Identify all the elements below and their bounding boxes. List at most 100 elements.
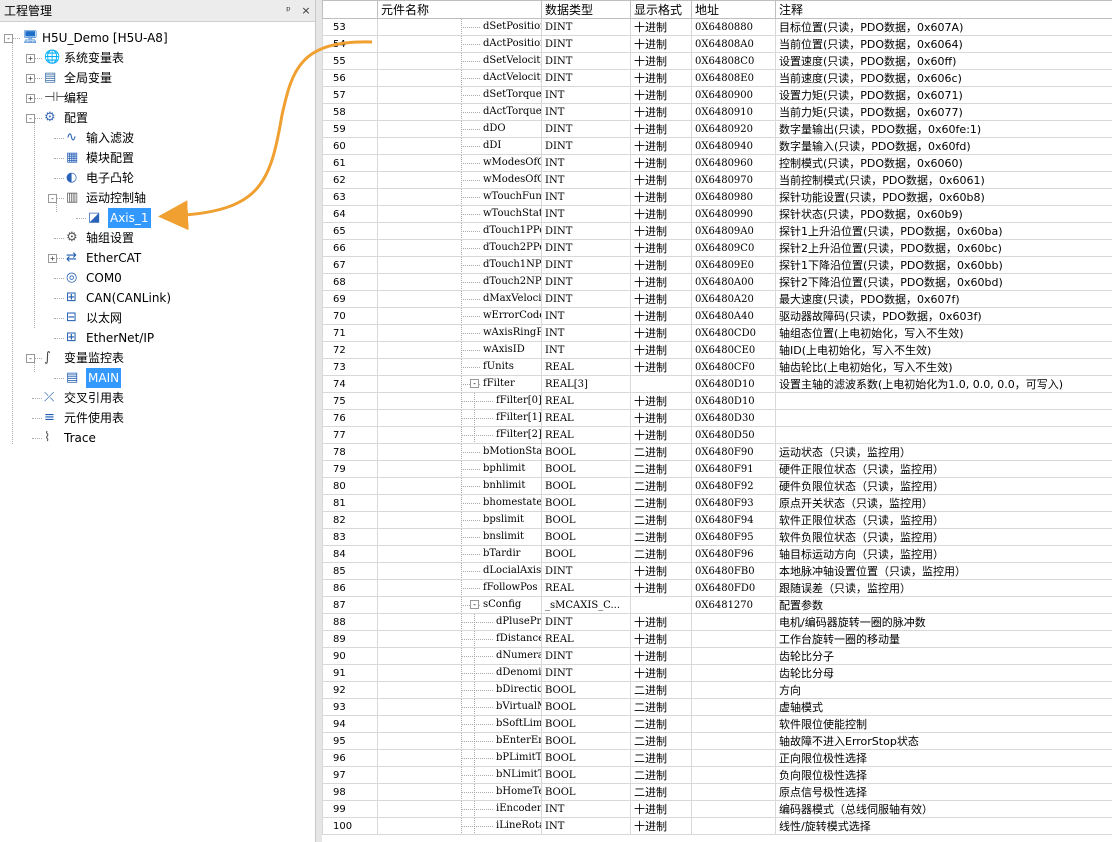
row-index[interactable]: 85 — [322, 562, 378, 580]
row-type[interactable]: INT — [541, 307, 631, 325]
row-format[interactable]: 二进制 — [630, 460, 692, 478]
row-type[interactable]: DINT — [541, 273, 631, 291]
row-comment[interactable] — [775, 392, 1112, 410]
table-row[interactable]: 69 dMaxVelocityDINT十进制0X6480A20最大速度(只读，PD… — [322, 290, 1112, 308]
row-comment[interactable]: 当前力矩(只读，PDO数据，0x6077) — [775, 103, 1112, 121]
row-format[interactable]: 十进制 — [630, 188, 692, 206]
row-name[interactable]: wModesOfOperati... — [377, 171, 542, 189]
row-index[interactable]: 80 — [322, 477, 378, 495]
row-index[interactable]: 92 — [322, 681, 378, 699]
col-header-index[interactable] — [322, 0, 378, 19]
row-index[interactable]: 96 — [322, 749, 378, 767]
row-format[interactable]: 十进制 — [630, 392, 692, 410]
row-comment[interactable]: 齿轮比分子 — [775, 647, 1112, 665]
row-name[interactable]: wTouchFunction — [377, 188, 542, 206]
row-format[interactable]: 十进制 — [630, 613, 692, 631]
row-name[interactable]: dDO — [377, 120, 542, 138]
row-address[interactable]: 0X6480D30 — [691, 409, 776, 427]
row-address[interactable]: 0X64808C0 — [691, 52, 776, 70]
row-name[interactable]: dSetPosition — [377, 18, 542, 36]
row-name[interactable]: bnslimit — [377, 528, 542, 546]
row-name[interactable]: dActVelocity — [377, 69, 542, 87]
collapse-icon[interactable]: - — [48, 194, 57, 203]
row-address[interactable]: 0X6480CF0 — [691, 358, 776, 376]
col-header-comment[interactable]: 注释 — [775, 0, 1112, 19]
row-name[interactable]: fUnits — [377, 358, 542, 376]
row-comment[interactable]: 线性/旋转模式选择 — [775, 817, 1112, 835]
row-name[interactable]: dTouch2PPos — [377, 239, 542, 257]
row-address[interactable] — [691, 613, 776, 631]
row-address[interactable]: 0X6480920 — [691, 120, 776, 138]
row-address[interactable]: 0X6480D10 — [691, 375, 776, 393]
row-name[interactable]: bSoftLimitEnable — [377, 715, 542, 733]
row-name[interactable]: iLineRotateMode — [377, 817, 542, 835]
row-format[interactable]: 十进制 — [630, 35, 692, 53]
row-comment[interactable]: 编码器模式（总线伺服轴有效） — [775, 800, 1112, 818]
row-address[interactable] — [691, 647, 776, 665]
row-comment[interactable]: 数字量输入(只读，PDO数据，0x60fd) — [775, 137, 1112, 155]
row-format[interactable]: 十进制 — [630, 69, 692, 87]
row-type[interactable]: INT — [541, 86, 631, 104]
col-header-name[interactable]: 元件名称 — [377, 0, 542, 19]
row-index[interactable]: 53 — [322, 18, 378, 36]
collapse-icon[interactable]: - — [26, 114, 35, 123]
row-type[interactable]: DINT — [541, 120, 631, 138]
row-index[interactable]: 69 — [322, 290, 378, 308]
row-format[interactable]: 十进制 — [630, 579, 692, 597]
row-comment[interactable]: 驱动器故障码(只读，PDO数据，0x603f) — [775, 307, 1112, 325]
row-type[interactable]: DINT — [541, 18, 631, 36]
row-index[interactable]: 79 — [322, 460, 378, 478]
table-row[interactable]: 60 dDI DINT 十进制 0X6480940 数字量输入(只读，PDO数据，0x60… — [322, 137, 1112, 155]
row-comment[interactable]: 数字量输出(只读，PDO数据，0x60fe:1) — [775, 120, 1112, 138]
row-address[interactable]: 0X6480F96 — [691, 545, 776, 563]
row-name[interactable]: dLocialAxisSetPos — [377, 562, 542, 580]
row-type[interactable]: REAL — [541, 579, 631, 597]
row-comment[interactable]: 工作台旋转一圈的移动量 — [775, 630, 1112, 648]
row-format[interactable]: 十进制 — [630, 86, 692, 104]
row-address[interactable]: 0X6480910 — [691, 103, 776, 121]
table-row[interactable]: 55 dSetVelocity DINT 十进制 0X64808C0 设置速度(只读，PD… — [322, 52, 1112, 70]
row-format[interactable]: 十进制 — [630, 120, 692, 138]
row-type[interactable]: INT — [541, 188, 631, 206]
row-type[interactable]: BOOL — [541, 749, 631, 767]
row-name[interactable]: wAxisRingPos — [377, 324, 542, 342]
collapse-icon[interactable]: - — [470, 600, 479, 609]
row-type[interactable]: INT — [541, 154, 631, 172]
row-address[interactable]: 0X6480D50 — [691, 426, 776, 444]
row-type[interactable]: REAL — [541, 630, 631, 648]
row-type[interactable]: BOOL — [541, 545, 631, 563]
row-name[interactable]: dPlusePreCycle — [377, 613, 542, 631]
row-index[interactable]: 82 — [322, 511, 378, 529]
table-row[interactable]: 88 dPlusePreCycleDINT十进制 电机/编码器旋转一圈的脉冲数 — [322, 613, 1112, 631]
row-index[interactable]: 88 — [322, 613, 378, 631]
row-type[interactable]: BOOL — [541, 494, 631, 512]
row-index[interactable]: 73 — [322, 358, 378, 376]
row-comment[interactable]: 轴齿轮比(上电初始化，写入不生效) — [775, 358, 1112, 376]
row-format[interactable]: 十进制 — [630, 817, 692, 835]
row-name[interactable]: wTouchStatus — [377, 205, 542, 223]
row-address[interactable]: 0X6480F90 — [691, 443, 776, 461]
row-address[interactable]: 0X6480970 — [691, 171, 776, 189]
table-row[interactable]: 56 dActVelocity DINT 十进制 0X64808E0 当前速度(只读，PD… — [322, 69, 1112, 87]
row-address[interactable] — [691, 715, 776, 733]
row-name[interactable]: sConfig - — [377, 596, 542, 614]
row-comment[interactable]: 当前位置(只读，PDO数据，0x6064) — [775, 35, 1112, 53]
row-comment[interactable]: 负向限位极性选择 — [775, 766, 1112, 784]
row-comment[interactable] — [775, 426, 1112, 444]
table-row[interactable]: 82 bpslimit BOOL 二进制 0X6480F94 软件正限位状态（只读，监控用… — [322, 511, 1112, 529]
row-index[interactable]: 83 — [322, 528, 378, 546]
table-row[interactable]: 71 wAxisRingPosINT十进制0X6480CD0轴组态位置(上电初始化… — [322, 324, 1112, 342]
row-type[interactable]: BOOL — [541, 477, 631, 495]
expand-icon[interactable]: + — [26, 94, 35, 103]
row-type[interactable]: INT — [541, 205, 631, 223]
row-comment[interactable]: 正向限位极性选择 — [775, 749, 1112, 767]
row-index[interactable]: 65 — [322, 222, 378, 240]
row-type[interactable]: BOOL — [541, 460, 631, 478]
table-row[interactable]: 64 wTouchStatusINT十进制0X6480990探针状态(只读，PDO… — [322, 205, 1112, 223]
row-format[interactable]: 二进制 — [630, 715, 692, 733]
row-comment[interactable]: 电机/编码器旋转一圈的脉冲数 — [775, 613, 1112, 631]
row-type[interactable]: BOOL — [541, 732, 631, 750]
table-row[interactable]: 91 dDenominatorDINT十进制 齿轮比分母 — [322, 664, 1112, 682]
table-row[interactable]: 61 wModesOfOperationINT十进制0X6480960控制模式(只… — [322, 154, 1112, 172]
row-address[interactable] — [691, 783, 776, 801]
